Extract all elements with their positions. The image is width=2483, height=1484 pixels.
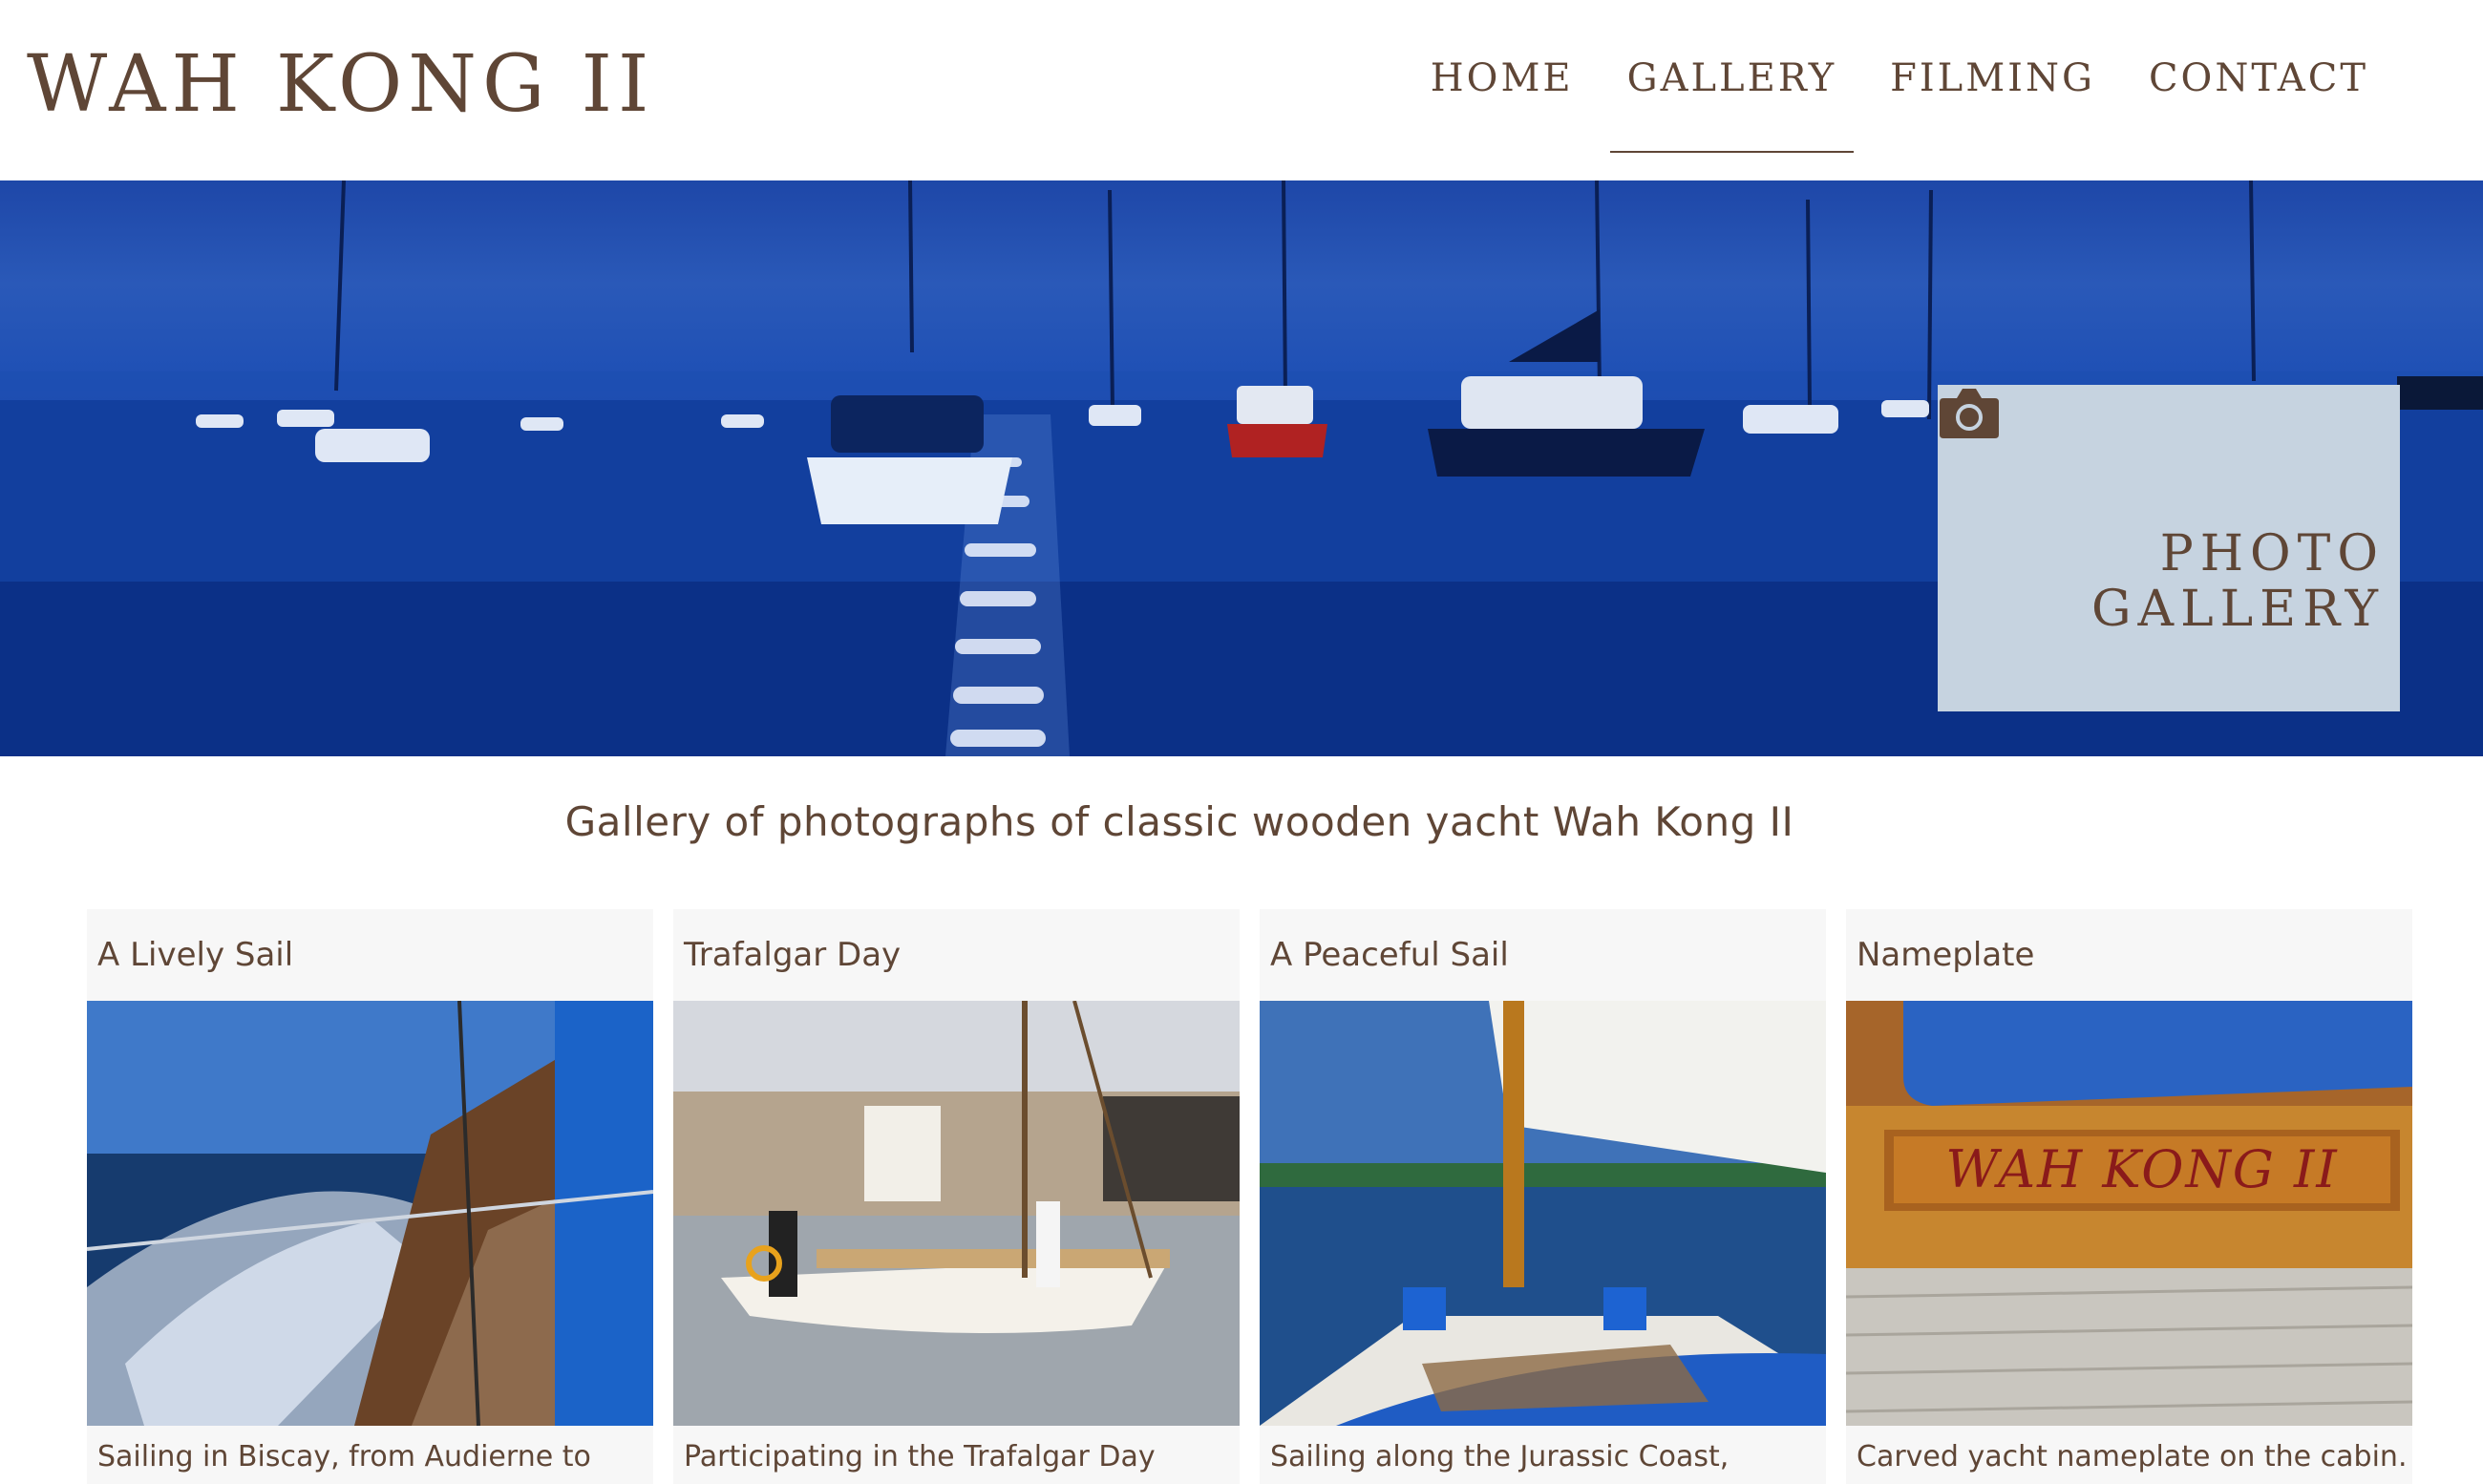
gallery-card-image[interactable] bbox=[673, 1001, 1240, 1426]
gallery-card-image[interactable] bbox=[87, 1001, 653, 1426]
nameplate-text: WAH KONG II bbox=[1945, 1139, 2338, 1199]
gallery-card-title[interactable]: Nameplate bbox=[1857, 936, 2034, 974]
gallery-card-caption: Sailing in Biscay, from Audierne to bbox=[97, 1440, 591, 1473]
nav-item-gallery[interactable]: GALLERY bbox=[1601, 59, 1863, 153]
gallery-intro: Gallery of photographs of classic wooden… bbox=[564, 798, 1794, 845]
site-header: WAH KONG II HOME GALLERY FILMING CONTACT bbox=[0, 0, 2483, 180]
gallery-card-caption: Sailing along the Jurassic Coast, bbox=[1270, 1440, 1730, 1473]
gallery-card-title[interactable]: A Lively Sail bbox=[97, 936, 293, 974]
nav-item-filming[interactable]: FILMING bbox=[1863, 59, 2122, 97]
gallery-card[interactable]: A Lively Sail Sailing in Biscay, from Au… bbox=[87, 909, 653, 1484]
photo-gallery-heading: PHOTO GALLERY bbox=[2091, 526, 2385, 637]
gallery-card-caption: Carved yacht nameplate on the cabin. bbox=[1857, 1440, 2408, 1473]
camera-icon bbox=[1940, 389, 1999, 438]
peaceful-sail-photo bbox=[1260, 1001, 1826, 1426]
gallery-card[interactable]: A Peaceful Sail Sailing along the Jurass… bbox=[1260, 909, 1826, 1484]
gallery-card[interactable]: Nameplate WAH KONG II Carved yacht namep… bbox=[1846, 909, 2412, 1484]
gallery-card-caption: Participating in the Trafalgar Day bbox=[684, 1440, 1156, 1473]
gallery-card-title[interactable]: A Peaceful Sail bbox=[1270, 936, 1509, 974]
gallery-card-title[interactable]: Trafalgar Day bbox=[684, 936, 901, 974]
panel-line-photo: PHOTO bbox=[2159, 525, 2385, 583]
main-nav: HOME GALLERY FILMING CONTACT bbox=[1404, 59, 2395, 153]
lively-sail-photo bbox=[87, 1001, 653, 1426]
gallery-card-image[interactable] bbox=[1260, 1001, 1826, 1426]
panel-line-gallery: GALLERY bbox=[2091, 581, 2385, 638]
hero-banner: PHOTO GALLERY bbox=[0, 180, 2483, 756]
nav-item-home[interactable]: HOME bbox=[1404, 59, 1601, 97]
gallery-card-image[interactable]: WAH KONG II bbox=[1846, 1001, 2412, 1426]
trafalgar-day-photo bbox=[673, 1001, 1240, 1426]
nameplate-photo: WAH KONG II bbox=[1846, 1001, 2412, 1426]
nav-item-contact[interactable]: CONTACT bbox=[2122, 59, 2395, 97]
photo-gallery-panel: PHOTO GALLERY bbox=[1938, 385, 2400, 711]
gallery-card[interactable]: Trafalgar Day Participating in the Trafa… bbox=[673, 909, 1240, 1484]
site-logo[interactable]: WAH KONG II bbox=[27, 46, 654, 124]
